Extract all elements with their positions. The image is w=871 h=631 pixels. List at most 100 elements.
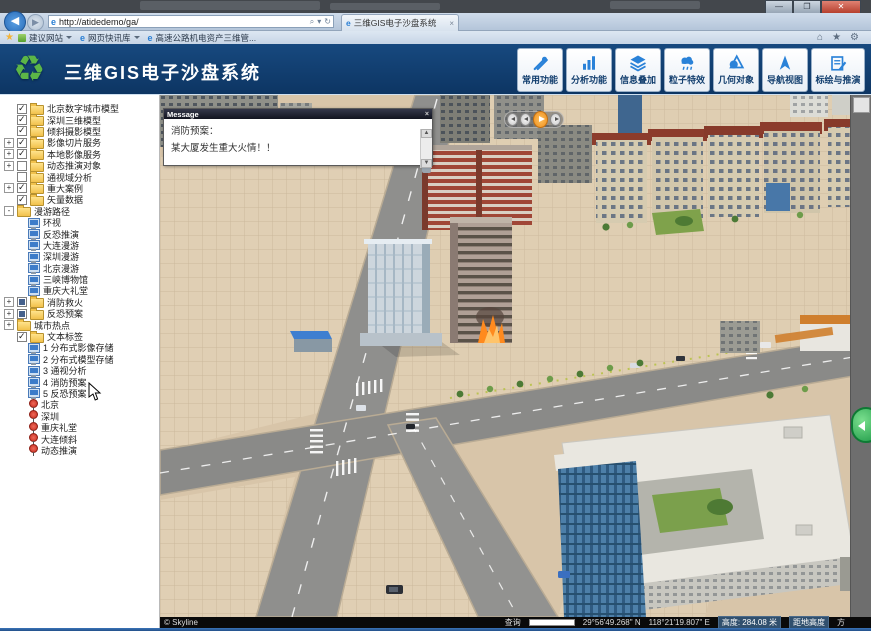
common-functions-button[interactable]: 常用功能 (517, 48, 563, 92)
favorites-star-icon[interactable]: ★ (5, 32, 14, 43)
step-back-button[interactable] (520, 113, 531, 126)
right-scroll-strip[interactable] (850, 95, 871, 617)
query-label: 查询 (505, 617, 521, 628)
settings-gear-icon[interactable]: ⚙ (850, 32, 859, 43)
tree-item[interactable]: 深圳 (0, 411, 159, 422)
tools-icon (530, 54, 550, 72)
side-panel-toggle-button[interactable] (851, 407, 871, 443)
map-3d-scene[interactable] (160, 95, 871, 617)
folder-icon (30, 310, 44, 320)
navigation-arrow-icon (775, 54, 795, 72)
ie-page-icon: e (80, 33, 85, 43)
folder-icon (17, 207, 31, 217)
arrow-left-icon (858, 421, 865, 431)
monitor-icon (28, 388, 40, 398)
tree-checkbox[interactable] (17, 309, 27, 319)
refresh-icon[interactable]: ↻ (324, 17, 331, 26)
folder-icon (30, 196, 44, 206)
geometry-objects-button[interactable]: 几何对象 (713, 48, 759, 92)
message-titlebar[interactable]: Message × (164, 109, 432, 119)
url-text[interactable]: http://atidedemo/ga/ (59, 17, 307, 27)
favorites-bar: ★ 建议网站 e 网页快讯库 e 高速公路机电资产三维管... ⌂ ★ ⚙ (0, 31, 871, 44)
back-button[interactable]: ◀ (4, 11, 26, 33)
map-3d-viewport[interactable]: Message × 消防预案： 某大厦发生重大火情！！ ▲ ▼ (160, 95, 871, 617)
analysis-functions-button[interactable]: 分析功能 (566, 48, 612, 92)
rewind-button[interactable] (507, 113, 518, 126)
ie-page-icon: e (51, 17, 56, 27)
tree-item[interactable]: 大连漫游 (0, 240, 159, 251)
tree-expander[interactable]: + (4, 161, 14, 171)
tree-item[interactable]: 反恐推演 (0, 228, 159, 239)
monitor-icon (28, 229, 40, 239)
app-header: ♻ 三维GIS电子沙盘系统 常用功能 分析功能 信息叠加 (0, 44, 871, 95)
message-close-icon[interactable]: × (425, 111, 429, 118)
tree-expander[interactable]: + (4, 138, 14, 148)
scrollbar-thumb[interactable] (853, 97, 870, 113)
search-icon[interactable]: ⌕ (310, 17, 314, 27)
message-scrollbar[interactable]: ▲ ▼ (420, 129, 432, 168)
mouse-cursor (88, 382, 102, 402)
tree-checkbox[interactable] (17, 172, 27, 182)
tree-expander[interactable]: + (4, 309, 14, 319)
tree-checkbox[interactable] (17, 104, 27, 114)
address-bar[interactable]: e http://atidedemo/ga/ ⌕ ▾ ↻ (48, 15, 334, 28)
tree-checkbox[interactable] (17, 126, 27, 136)
tree-item[interactable]: 深圳漫游 (0, 251, 159, 262)
scroll-up-icon[interactable]: ▲ (421, 129, 432, 138)
tree-item[interactable]: 大连倾斜 (0, 433, 159, 444)
tree-expander[interactable]: + (4, 149, 14, 159)
info-overlay-button[interactable]: 信息叠加 (615, 48, 661, 92)
tree-checkbox[interactable] (17, 161, 27, 171)
tree-item[interactable]: 重庆礼堂 (0, 422, 159, 433)
tree-item-label: 动态推演 (41, 444, 77, 457)
tree-checkbox[interactable] (17, 195, 27, 205)
tree-item[interactable]: 矢量数据 (0, 194, 159, 205)
tab-close-icon[interactable]: × (449, 19, 454, 28)
layers-icon (628, 54, 648, 72)
tree-item[interactable]: + 反恐预案 (0, 308, 159, 319)
latitude-value: 29°56'49.268" N (583, 618, 641, 627)
blue-glass-facade (558, 461, 646, 617)
tree-expander[interactable]: + (4, 320, 14, 330)
tree-item[interactable]: 北京 (0, 399, 159, 410)
step-forward-button[interactable] (550, 113, 561, 126)
favorite-item[interactable]: 高速公路机电资产三维管... (156, 32, 257, 44)
autocomplete-caret-icon[interactable]: ▾ (317, 17, 321, 26)
play-button[interactable] (533, 111, 548, 128)
tree-expander[interactable]: - (4, 206, 14, 216)
tree-checkbox[interactable] (17, 138, 27, 148)
message-title: Message (167, 110, 199, 119)
monitor-icon (28, 354, 40, 364)
browser-tab[interactable]: e 三维GIS电子沙盘系统 × (341, 14, 459, 31)
tree-item[interactable]: 5 反恐预案 (0, 388, 159, 399)
monitor-icon (28, 263, 40, 273)
favorite-item[interactable]: 网页快讯库 (88, 32, 140, 44)
suggested-sites-icon (18, 34, 26, 42)
favorites-star-icon[interactable]: ★ (832, 32, 841, 43)
tree-checkbox[interactable] (17, 297, 27, 307)
tree-expander[interactable]: + (4, 297, 14, 307)
caret-down-icon (66, 36, 72, 39)
tree-item[interactable]: 动态推演 (0, 445, 159, 456)
home-icon[interactable]: ⌂ (817, 32, 823, 43)
favorite-item[interactable]: 建议网站 (29, 32, 72, 44)
monitor-icon (28, 366, 40, 376)
forward-button[interactable]: ▶ (27, 14, 44, 31)
scroll-down-icon[interactable]: ▼ (421, 159, 432, 168)
progress-bar (529, 619, 575, 626)
tree-checkbox[interactable] (17, 332, 27, 342)
tree-item[interactable]: - 漫游路径 (0, 206, 159, 217)
tree-checkbox[interactable] (17, 115, 27, 125)
tree-checkbox[interactable] (17, 183, 27, 193)
background-window (140, 1, 320, 10)
tree-expander[interactable]: + (4, 183, 14, 193)
particle-effects-button[interactable]: 粒子特效 (664, 48, 710, 92)
navigation-view-button[interactable]: 导航视图 (762, 48, 808, 92)
desktop-background (0, 0, 871, 13)
longitude-value: 118°21'19.807" E (649, 618, 710, 627)
plot-deduction-button[interactable]: 标绘与推演 (811, 48, 865, 92)
tree-checkbox[interactable] (17, 149, 27, 159)
monitor-icon (28, 252, 40, 262)
message-line: 某大厦发生重大火情！！ (171, 140, 416, 157)
tree-item[interactable]: 环视 (0, 217, 159, 228)
